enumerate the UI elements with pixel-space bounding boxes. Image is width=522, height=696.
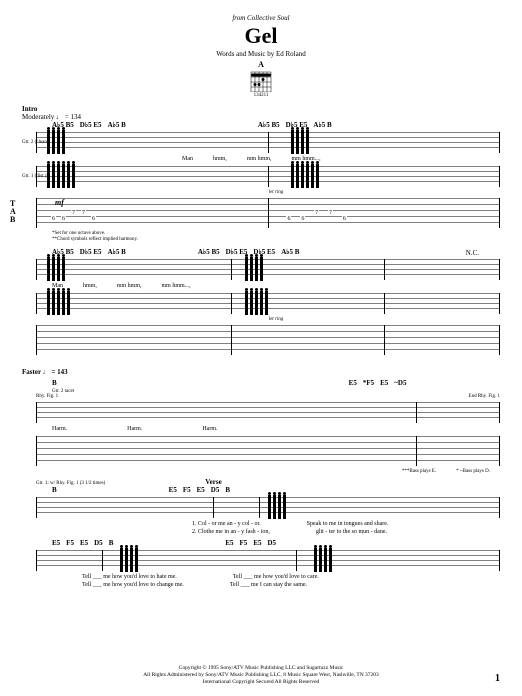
chord-row-1: A♭5 B5 D♭5 E5 A♭5 B A♭5 B5 D♭5 E5 A♭5 B <box>22 121 500 129</box>
footnote-1: *Set for one octave above. <box>52 231 500 236</box>
song-credits: Words and Music by Ed Roland <box>22 50 500 58</box>
verse-label: Verse <box>205 478 221 486</box>
faster-tempo: Faster ♩ = 143 <box>22 368 68 376</box>
verse-lyric-4: Tell ___ me how you'd love to change me.… <box>22 582 500 588</box>
end-rhy-label: End Rhy. Fig. 1 <box>469 394 500 399</box>
intro-tempo: Moderately ♩ = 134 <box>22 113 500 121</box>
verse-lyric-2: 2. Clothe me in an - y fash - ion, glit … <box>22 529 500 535</box>
harm-labels: Harm.Harm.Harm. <box>22 426 500 432</box>
nc-label: N.C. <box>466 249 479 257</box>
staff-notation-1 <box>36 132 500 153</box>
chord-row-4: B E5 F5 E5 D5 B <box>22 486 500 494</box>
bass-note: ***Bass plays E. <box>402 469 436 474</box>
staff-notation-6 <box>36 497 500 518</box>
star-note: * ~Bass plays D. <box>456 469 490 474</box>
copyright-block: Copyright © 1995 Sony/ATV Music Publishi… <box>0 665 522 686</box>
footnote-2: **Chord symbols reflect implied harmony. <box>52 237 500 242</box>
tab-staff-3 <box>36 436 500 466</box>
staff-notation-7 <box>36 550 500 571</box>
chord-name: A <box>247 60 275 69</box>
verse-lyric-1: 1. Col - or me an - y col - or. Speak to… <box>22 521 500 527</box>
song-title: Gel <box>22 23 500 49</box>
staff-notation-3: N.C. <box>36 259 500 280</box>
staff-notation-5 <box>36 402 500 423</box>
staff-notation-2: mf <box>36 166 500 187</box>
intro-label: Intro <box>22 105 500 113</box>
rhy-fig-label: Rhy. Fig. 1 <box>36 394 58 399</box>
tab-staff-2 <box>36 325 500 355</box>
chord-diagram-a: A 134 <box>247 60 275 98</box>
staff-notation-4 <box>36 293 500 314</box>
chord-fingering: 134211 <box>247 93 275 98</box>
let-ring-1: let ring <box>52 190 500 195</box>
page-number: 1 <box>495 673 500 684</box>
sheet-header: from Collective Soul Gel Words and Music… <box>22 14 500 101</box>
let-ring-2: let ring <box>52 317 500 322</box>
tab-label: TAB <box>10 200 16 224</box>
verse-lyric-3: Tell ___ me how you'd love to hate me. T… <box>22 574 500 580</box>
lyrics-1: Man hmm, mm hmm, mm hmm..., <box>22 156 500 162</box>
tab-staff-1: 6 6 7 7 6 6 6 7 7 6 <box>36 198 500 228</box>
album-from: from Collective Soul <box>22 14 500 22</box>
chord-row-3: B E5 *F5 E5 ~D5 <box>22 379 500 387</box>
chord-row-5: E5 F5 E5 D5 B E5 F5 E5 D5 <box>22 539 500 547</box>
